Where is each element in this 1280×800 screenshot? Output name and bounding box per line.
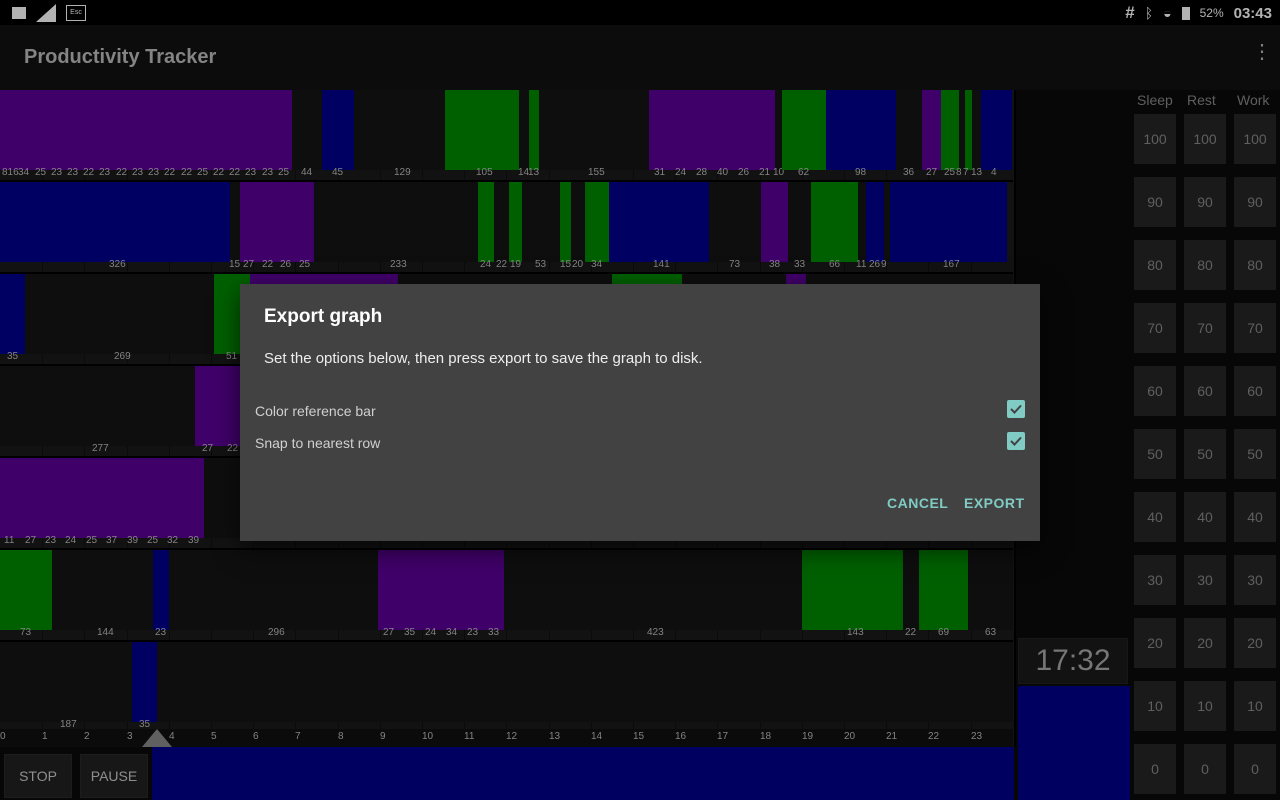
export-graph-dialog: Export graph Set the options below, then…: [240, 284, 1040, 541]
cancel-button[interactable]: CANCEL: [887, 495, 948, 511]
checkbox-checked-icon[interactable]: [1007, 400, 1025, 418]
option-color-reference-bar[interactable]: Color reference bar: [255, 397, 1025, 427]
export-button[interactable]: EXPORT: [964, 495, 1025, 511]
dialog-message: Set the options below, then press export…: [264, 350, 703, 367]
option-snap-to-nearest-row[interactable]: Snap to nearest row: [255, 429, 1025, 459]
option-label: Snap to nearest row: [255, 435, 381, 451]
checkbox-checked-icon[interactable]: [1007, 432, 1025, 450]
option-label: Color reference bar: [255, 403, 376, 419]
dialog-title: Export graph: [264, 306, 383, 327]
